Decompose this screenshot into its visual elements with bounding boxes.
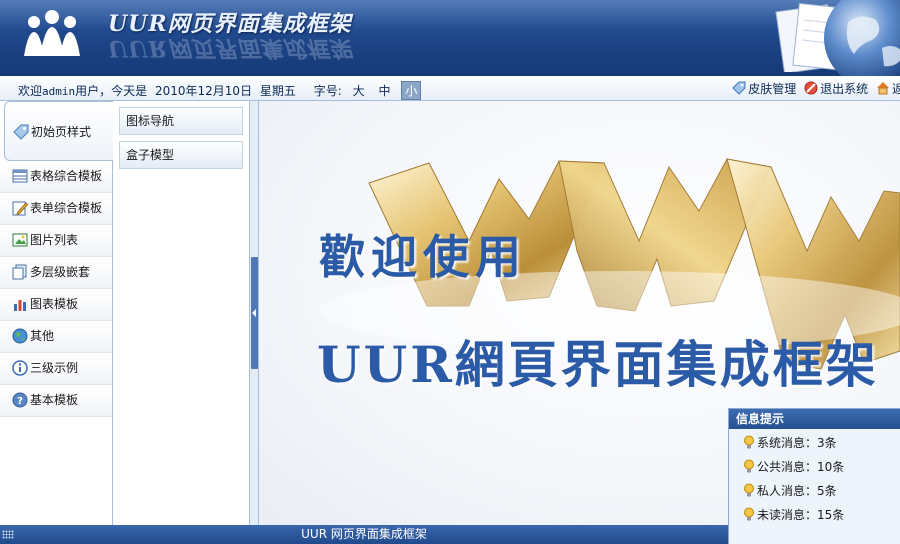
info-row-label: 未读消息：15条	[757, 508, 845, 522]
toolbar-actions: 皮肤管理 退出系统 返	[728, 80, 900, 97]
info-row-label: 私人消息：5条	[757, 484, 837, 498]
tag-icon	[13, 124, 29, 140]
sub-item-box-model[interactable]: 盒子模型	[119, 141, 243, 169]
lightbulb-icon	[744, 459, 754, 473]
bar-chart-icon	[14, 300, 26, 311]
skin-manage-link[interactable]: 皮肤管理	[732, 80, 796, 97]
info-row-label: 公共消息：10条	[757, 460, 845, 474]
back-home-link[interactable]: 返	[876, 80, 900, 97]
nav-item-label: 图表模板	[30, 297, 79, 311]
skin-manage-label: 皮肤管理	[748, 82, 797, 96]
nav-item-label: 三级示例	[30, 361, 79, 375]
app-header: UUR网页界面集成框架 UUR网页界面集成框架	[0, 0, 900, 76]
nav-item-basic-template[interactable]: ? 基本模板	[0, 385, 112, 417]
font-size-small[interactable]: 小	[401, 81, 422, 100]
nav-item-label: 表格综合模板	[30, 169, 103, 183]
left-nav: 初始页样式 表格综合模板 表单综合模板 图片列表 多层级嵌套 图表模板 其他 三…	[0, 101, 113, 525]
app-title-reflection: UUR网页界面集成框架	[108, 35, 352, 61]
info-row-private-messages[interactable]: 私人消息：5条	[729, 479, 900, 503]
current-weekday: 星期五	[259, 84, 296, 98]
font-size-label: 字号:	[313, 84, 342, 98]
lightbulb-icon	[744, 435, 754, 449]
font-size-large[interactable]: 大	[350, 82, 368, 99]
footer-text: UUR 网页界面集成框架	[301, 527, 427, 541]
welcome-prefix: 欢迎	[18, 84, 43, 98]
table-icon	[12, 169, 28, 183]
info-row-public-messages[interactable]: 公共消息：10条	[729, 455, 900, 479]
sub-item-icon-navigation[interactable]: 图标导航	[119, 107, 243, 135]
nav-item-initial-style[interactable]: 初始页样式	[4, 101, 113, 161]
nav-item-table-template[interactable]: 表格综合模板	[0, 161, 112, 193]
people-logo-icon	[24, 10, 80, 56]
nav-item-label: 图片列表	[30, 233, 79, 247]
info-panel-title: 信息提示	[729, 409, 900, 429]
nav-item-chart-template[interactable]: 图表模板	[0, 289, 112, 321]
nav-item-label: 基本模板	[30, 393, 79, 407]
help-icon: ?	[12, 392, 28, 408]
current-date: 2010年12月10日	[154, 84, 253, 98]
footer-bar: UUR 网页界面集成框架	[0, 525, 728, 544]
nav-item-picture-list[interactable]: 图片列表	[0, 225, 112, 257]
welcome-subheading: UUR網頁界面集成框架	[317, 335, 879, 394]
tag-icon	[732, 81, 746, 95]
globe-icon	[12, 328, 28, 344]
lightbulb-icon	[744, 483, 754, 497]
username: admin	[42, 85, 76, 98]
nav-item-label: 其他	[30, 329, 55, 343]
globe-icon	[824, 0, 900, 76]
font-size-medium[interactable]: 中	[375, 82, 393, 99]
welcome-heading: 歡迎使用	[319, 230, 527, 284]
back-label: 返	[891, 82, 900, 96]
info-row-system-messages[interactable]: 系统消息：3条	[729, 431, 900, 455]
nav-item-label: 初始页样式	[31, 125, 92, 139]
nav-item-label: 表单综合模板	[30, 201, 103, 215]
picture-icon	[12, 233, 28, 247]
welcome-bar: 欢迎admin用户，今天是 2010年12月10日 星期五 字号: 大 中 小	[18, 81, 425, 100]
welcome-suffix: 用户，今天是	[75, 84, 148, 98]
panel-splitter[interactable]	[250, 101, 259, 525]
pages-icon	[12, 264, 27, 280]
info-row-unread-messages[interactable]: 未读消息：15条	[729, 503, 900, 527]
logout-label: 退出系统	[820, 82, 869, 96]
nav-item-three-level-example[interactable]: 三级示例	[0, 353, 112, 385]
sub-nav: 图标导航 盒子模型	[113, 101, 250, 525]
lightbulb-icon	[744, 507, 754, 521]
form-edit-icon	[12, 201, 28, 216]
info-panel: 信息提示 系统消息：3条 公共消息：10条 私人消息：5条 未读消息：15条	[728, 408, 900, 544]
svg-text:?: ?	[17, 396, 23, 407]
logout-link[interactable]: 退出系统	[804, 80, 868, 97]
nav-item-form-template[interactable]: 表单综合模板	[0, 193, 112, 225]
info-row-label: 系统消息：3条	[757, 436, 837, 450]
home-icon	[876, 82, 889, 95]
footer-grip-icon[interactable]	[2, 530, 14, 539]
nav-item-label: 多层级嵌套	[30, 265, 91, 279]
nav-item-multilevel-nesting[interactable]: 多层级嵌套	[0, 257, 112, 289]
collapse-handle[interactable]	[251, 257, 258, 369]
stop-icon	[804, 81, 818, 95]
nav-item-other[interactable]: 其他	[0, 321, 112, 353]
top-toolbar: 欢迎admin用户，今天是 2010年12月10日 星期五 字号: 大 中 小 …	[0, 76, 900, 101]
info-icon	[12, 360, 28, 376]
